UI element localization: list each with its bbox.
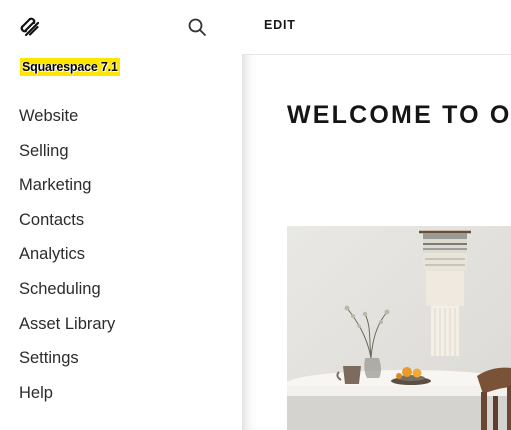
version-badge: Squarespace 7.1 [20, 58, 120, 76]
sidebar-item-settings[interactable]: Settings [19, 341, 115, 376]
sidebar: Squarespace 7.1 Website Selling Marketin… [0, 0, 242, 430]
preview-toolbar: EDIT [242, 0, 511, 55]
hero-image [287, 226, 511, 430]
sidebar-item-selling[interactable]: Selling [19, 134, 115, 169]
sidebar-nav: Website Selling Marketing Contacts Analy… [19, 99, 115, 410]
sidebar-item-website[interactable]: Website [19, 99, 115, 134]
search-icon[interactable] [187, 17, 207, 37]
sidebar-item-analytics[interactable]: Analytics [19, 237, 115, 272]
site-preview-panel: EDIT WELCOME TO OU [242, 0, 511, 430]
page-heading: WELCOME TO OU [287, 101, 511, 129]
sidebar-item-help[interactable]: Help [19, 376, 115, 411]
sidebar-item-scheduling[interactable]: Scheduling [19, 272, 115, 307]
sidebar-item-asset-library[interactable]: Asset Library [19, 307, 115, 342]
edit-button[interactable]: EDIT [264, 18, 296, 32]
squarespace-logo-icon[interactable] [18, 15, 42, 39]
sidebar-item-marketing[interactable]: Marketing [19, 168, 115, 203]
sidebar-item-contacts[interactable]: Contacts [19, 203, 115, 238]
